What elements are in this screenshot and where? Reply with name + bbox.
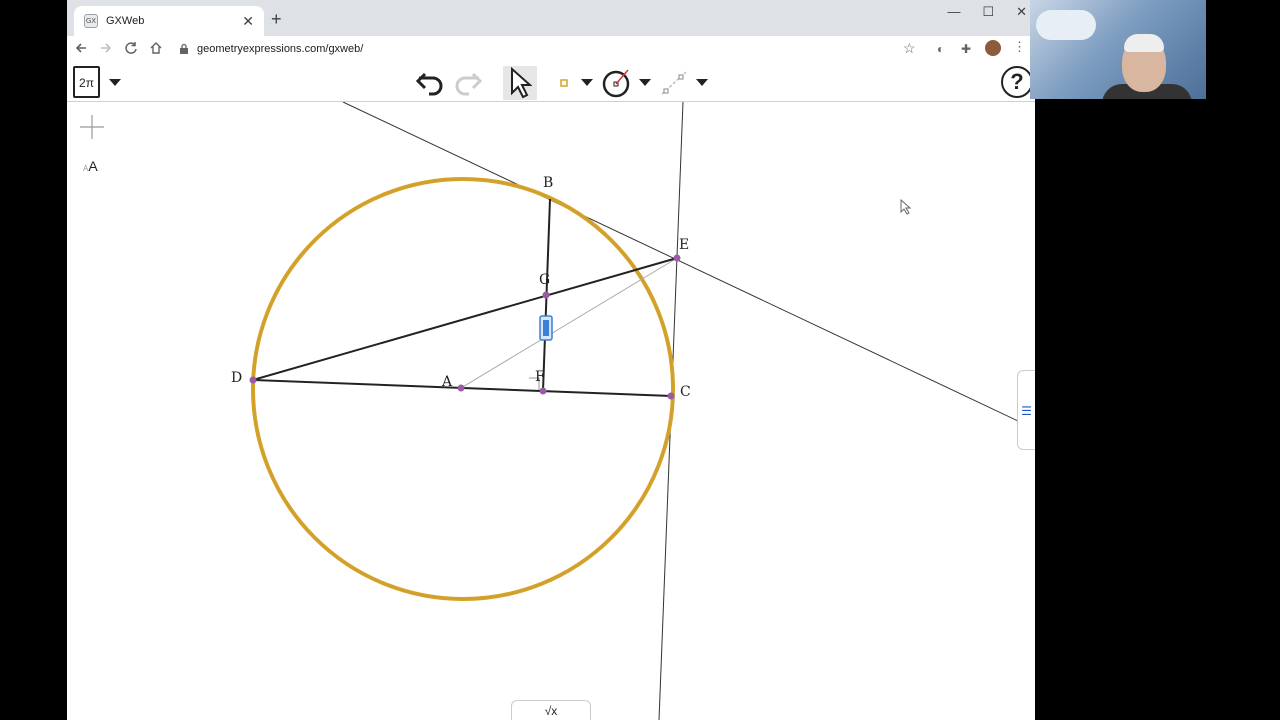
segment-de[interactable]	[252, 257, 678, 381]
label-b: B	[543, 175, 553, 191]
label-c: C	[680, 384, 691, 400]
avatar[interactable]	[985, 40, 1001, 56]
browser-tab[interactable]: GX GXWeb ✕	[74, 6, 264, 36]
browser-window: GX GXWeb ✕ + — ☐ ✕ geometryexpressions.c…	[67, 0, 1035, 720]
pointer-arrow-icon	[511, 67, 532, 99]
circle-menu-chevron-down-icon[interactable]	[639, 79, 651, 86]
list-icon: ☰	[1021, 404, 1032, 418]
point-tool-button[interactable]	[547, 66, 581, 100]
circle-tool-icon	[602, 69, 630, 98]
tab-close-icon[interactable]: ✕	[242, 13, 254, 30]
line-tool-button[interactable]	[657, 66, 691, 100]
point-d[interactable]	[249, 376, 257, 384]
point-f[interactable]	[539, 387, 547, 395]
home-button[interactable]	[145, 41, 167, 58]
document-menu-chevron-down-icon[interactable]	[109, 79, 121, 86]
undo-icon	[415, 72, 443, 96]
point-a[interactable]	[457, 384, 465, 392]
segment-ae[interactable]	[460, 257, 678, 389]
math-panel-toggle[interactable]: √x	[511, 700, 591, 720]
screen: GX GXWeb ✕ + — ☐ ✕ geometryexpressions.c…	[0, 0, 1280, 720]
webcam-video	[1030, 0, 1206, 99]
undo-button[interactable]	[413, 66, 447, 100]
point-menu-chevron-down-icon[interactable]	[581, 79, 593, 86]
forward-button[interactable]	[95, 41, 117, 58]
selection-handle-fill	[543, 320, 549, 336]
maximize-button[interactable]: ☐	[982, 4, 994, 20]
circle-tool-button[interactable]	[599, 66, 633, 100]
browser-toolbar: geometryexpressions.com/gxweb/	[67, 36, 1035, 62]
reload-button[interactable]	[120, 41, 142, 58]
kebab-icon[interactable]: ⋮	[1013, 39, 1026, 55]
label-a: A	[441, 374, 453, 390]
font-size-large-label: A	[88, 158, 98, 174]
select-tool-button[interactable]	[503, 66, 537, 100]
redo-button[interactable]	[451, 66, 485, 100]
mouse-cursor-icon	[900, 198, 912, 215]
line-tool-icon	[661, 71, 687, 95]
point-icon	[560, 79, 568, 87]
line-menu-chevron-down-icon[interactable]	[696, 79, 708, 86]
lock-icon	[180, 43, 188, 54]
puzzle-icon[interactable]: ✚	[961, 42, 971, 56]
geometry-figure[interactable]: B E G D A F C	[67, 102, 1035, 720]
webcam-cloud-mural	[1036, 10, 1096, 40]
new-tab-button[interactable]: +	[271, 9, 282, 30]
close-window-button[interactable]: ✕	[1016, 4, 1027, 20]
point-g[interactable]	[542, 291, 550, 299]
reload-icon	[125, 41, 137, 54]
help-button[interactable]: ?	[1001, 66, 1033, 98]
home-icon	[150, 41, 162, 54]
back-button[interactable]	[70, 41, 92, 58]
drawing-canvas[interactable]: B E G D A F C AA ☰ √x	[67, 102, 1035, 720]
label-g: G	[539, 272, 550, 288]
label-e: E	[679, 237, 689, 253]
redo-icon	[455, 72, 483, 96]
extension-circle-icon[interactable]: ◐	[937, 42, 944, 56]
point-c[interactable]	[667, 392, 675, 400]
label-f: F	[535, 369, 545, 385]
arrow-right-icon	[101, 42, 112, 53]
address-bar[interactable]: geometryexpressions.com/gxweb/	[179, 39, 919, 59]
tab-strip: GX GXWeb ✕ + — ☐ ✕	[67, 0, 1035, 36]
window-controls: — ☐ ✕	[947, 4, 1027, 20]
gxweb-favicon-icon: GX	[84, 14, 98, 28]
arrow-left-icon	[75, 42, 86, 53]
bookmark-star-icon[interactable]: ☆	[903, 40, 916, 57]
side-panel-toggle[interactable]: ☰	[1017, 370, 1035, 450]
label-d: D	[231, 370, 242, 386]
document-button[interactable]: 2π	[73, 66, 100, 98]
url-text: geometryexpressions.com/gxweb/	[197, 43, 364, 55]
webcam-person-hair	[1124, 34, 1164, 52]
tab-title: GXWeb	[106, 15, 145, 27]
app-toolbar: 2π ?	[67, 62, 1035, 102]
minimize-button[interactable]: —	[947, 4, 960, 20]
point-e[interactable]	[673, 254, 681, 262]
font-size-button[interactable]: AA	[83, 158, 98, 174]
crosshair-icon[interactable]	[79, 114, 105, 140]
